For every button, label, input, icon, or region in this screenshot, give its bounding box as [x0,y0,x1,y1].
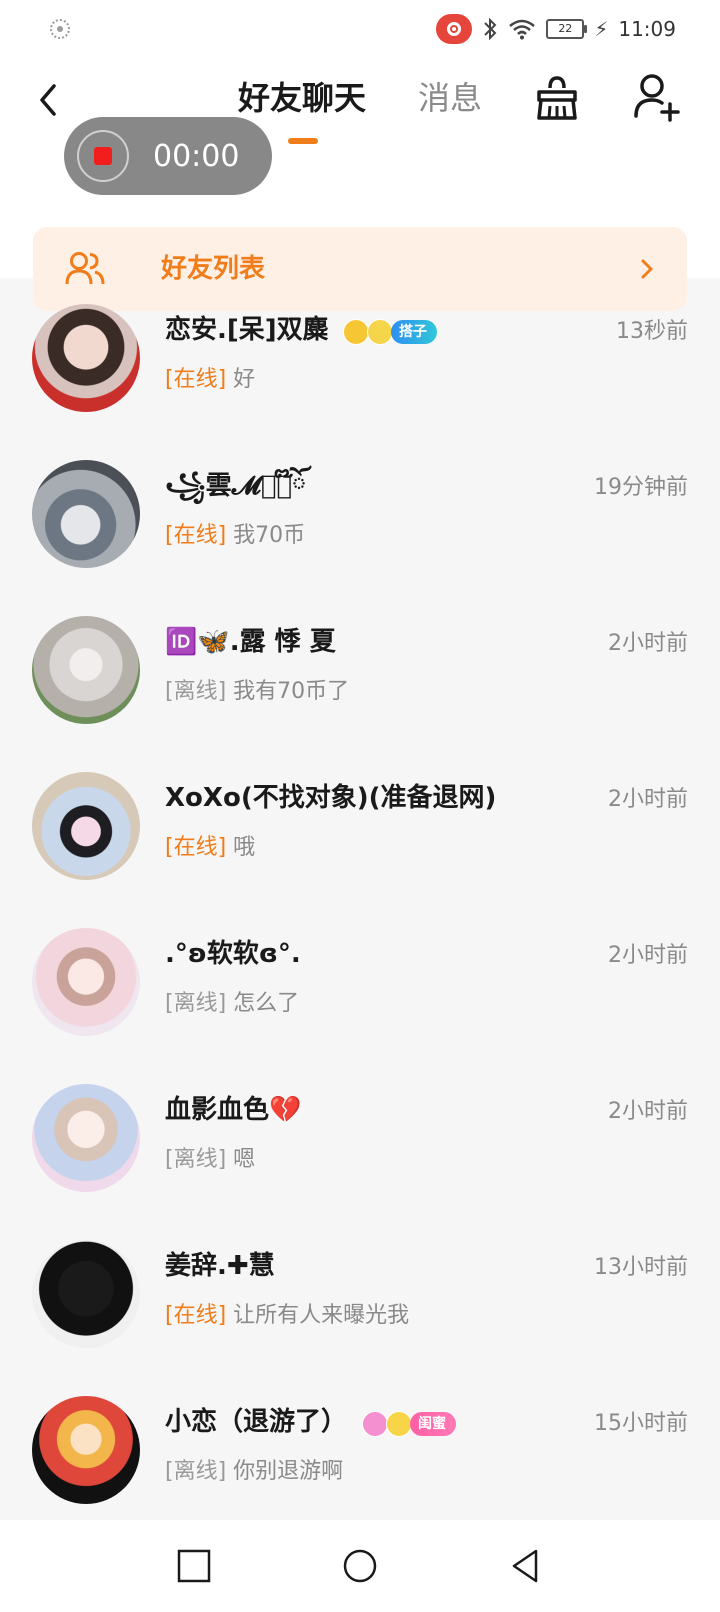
message-preview: [离线] 我有70币了 [165,676,349,708]
badge-label: 搭子 [391,320,437,344]
contact-name: .°ʚ软软ɞ°. [165,939,301,969]
avatar[interactable] [32,1084,140,1192]
add-user-icon [634,74,680,122]
contact-name: 🆔🦋.露 悸 夏 [165,627,336,657]
message-time: 2小时前 [608,787,688,812]
message-time: 2小时前 [608,943,688,968]
chat-row[interactable]: 🆔🦋.露 悸 夏 2小时前 [离线] 我有70币了 [0,590,720,746]
cool-emoji-icon [343,319,369,345]
charging-icon: ⚡ [594,17,609,41]
screen-recording-overlay[interactable]: 00:00 [64,117,272,195]
presence-status: [离线] [165,1147,227,1172]
last-message: 我70币 [233,523,306,548]
broom-basket-icon [537,76,577,120]
presence-status: [离线] [165,1459,227,1484]
chevron-left-icon [40,84,56,116]
presence-status: [在线] [165,1303,227,1328]
battery-icon: 22 [546,19,588,39]
recent-apps-button[interactable] [170,1542,218,1590]
star-emoji-icon [386,1411,412,1437]
screen-record-indicator-icon [436,14,473,44]
message-preview: [离线] 怎么了 [165,988,299,1020]
relationship-badge: 闺蜜 [362,1411,456,1437]
badge-label: 闺蜜 [410,1412,456,1436]
message-preview: [在线] 让所有人来曝光我 [165,1300,409,1332]
last-message: 我有70币了 [233,679,350,704]
last-message: 怎么了 [233,991,300,1016]
presence-status: [离线] [165,991,227,1016]
chat-row[interactable]: XoXo(不找对象)(准备退网) 2小时前 [在线] 哦 [0,746,720,902]
chat-row[interactable]: .°ʚ软软ɞ°. 2小时前 [离线] 怎么了 [0,902,720,1058]
smile-emoji-icon [367,319,393,345]
status-bar: 22 ⚡ 11:09 [0,0,720,58]
message-preview: [离线] 嗯 [165,1144,255,1176]
last-message: 你别退游啊 [233,1459,344,1484]
recording-timer: 00:00 [153,138,240,174]
message-time: 15小时前 [594,1411,688,1436]
chat-row[interactable]: ꧁雲𝓜ꦿ゚໊ོ 19分钟前 [在线] 我70币 [0,434,720,590]
chat-row[interactable]: 姜辞.✚慧 13小时前 [在线] 让所有人来曝光我 [0,1214,720,1370]
last-message: 哦 [233,835,256,860]
tab-friend-chat[interactable]: 好友聊天 [238,76,366,120]
avatar[interactable] [32,772,140,880]
stop-icon [94,147,112,165]
system-navigation-bar [0,1520,720,1612]
message-preview: [在线] 好 [165,364,255,396]
presence-status: [在线] [165,523,227,548]
active-tab-indicator [288,138,318,144]
avatar[interactable] [32,1240,140,1348]
contact-name: 姜辞.✚慧 [165,1251,275,1281]
message-time: 2小时前 [608,631,688,656]
avatar[interactable] [32,1396,140,1504]
message-preview: [离线] 你别退游啊 [165,1456,343,1488]
avatar[interactable] [32,928,140,1036]
bluetooth-icon [484,17,497,41]
back-nav-button[interactable] [502,1542,550,1590]
add-friend-button[interactable] [634,72,680,122]
message-preview: [在线] 我70币 [165,520,305,552]
message-time: 19分钟前 [594,475,688,500]
presence-status: [在线] [165,835,227,860]
contact-name: 恋安.[呆]双麋 [165,315,329,345]
contact-name: XoXo(不找对象)(准备退网) [165,783,497,813]
back-button[interactable] [28,78,68,122]
chat-row[interactable]: 小恋（退游了） 闺蜜 15小时前 [离线] 你别退游啊 [0,1370,720,1526]
contact-name: 血影血色💔 [165,1095,302,1125]
avatar[interactable] [32,460,140,568]
message-time: 2小时前 [608,1099,688,1124]
wifi-icon [509,19,536,40]
contact-name: ꧁雲𝓜ꦿ゚໊ོ [165,471,307,501]
message-time: 13秒前 [616,319,688,344]
status-indicators: 22 ⚡ 11:09 [436,14,676,44]
message-preview: [在线] 哦 [165,832,255,864]
last-message: 让所有人来曝光我 [233,1303,410,1328]
avatar[interactable] [32,616,140,724]
stop-recording-button[interactable] [77,130,129,182]
chat-row[interactable]: 恋安.[呆]双麋 搭子 13秒前 [在线] 好 [0,278,720,434]
chat-row[interactable]: 血影血色💔 2小时前 [离线] 嗯 [0,1058,720,1214]
home-button[interactable] [336,1542,384,1590]
chat-list: 恋安.[呆]双麋 搭子 13秒前 [在线] 好 ꧁雲𝓜ꦿ゚໊ོ 19分钟前 [在… [0,278,720,1526]
tab-messages[interactable]: 消息 [418,76,482,120]
last-message: 嗯 [233,1147,256,1172]
clear-messages-button[interactable] [534,74,580,122]
star-emoji-icon [362,1411,388,1437]
clock: 11:09 [618,17,676,41]
presence-status: [离线] [165,679,227,704]
presence-status: [在线] [165,367,227,392]
contact-name: 小恋（退游了） [165,1407,348,1437]
last-message: 好 [233,367,256,392]
message-time: 13小时前 [594,1255,688,1280]
screen-capture-icon [50,19,70,39]
relationship-badge: 搭子 [343,319,437,345]
avatar[interactable] [32,304,140,412]
